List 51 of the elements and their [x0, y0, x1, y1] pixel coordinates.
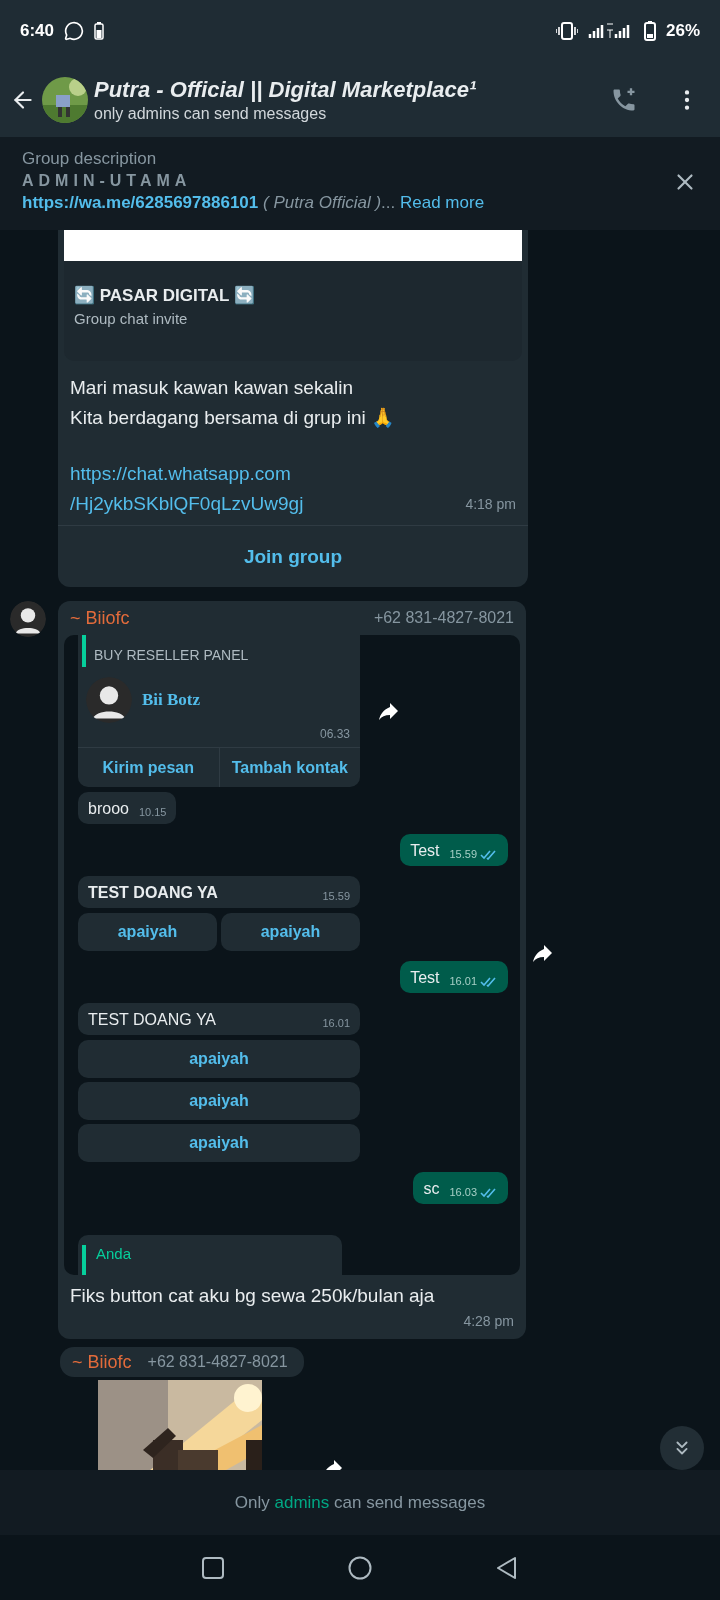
- message-bubble: Test 16.01: [400, 961, 508, 993]
- message-bubble: TEST DOANG YA 15.59: [78, 876, 360, 908]
- chat-title[interactable]: Putra - Official || Digital Marketplace¹: [94, 76, 604, 103]
- description-text: https://wa.me/6285697886101 ( Putra Official )... Read more: [22, 193, 486, 213]
- chat-subtitle: only admins can send messages: [94, 104, 328, 123]
- contact-name: Bii Botz: [142, 690, 201, 710]
- reply-button[interactable]: apaiyah: [78, 1124, 360, 1162]
- read-more-link[interactable]: Read more: [400, 193, 485, 212]
- scroll-down-button[interactable]: [660, 1426, 704, 1470]
- reply-button[interactable]: apaiyah: [78, 913, 217, 951]
- battery-level: 26%: [665, 21, 700, 41]
- message-bubble: Test 15.59: [400, 834, 508, 866]
- message-time: 06.33: [318, 726, 351, 743]
- message-text: Mari masuk kawan kawan sekalin: [70, 376, 354, 400]
- message-time: 4:18 pm: [465, 495, 516, 514]
- message-text: Kita berdagang bersama di grup ini 🙏: [70, 406, 397, 430]
- reply-button[interactable]: apaiyah: [221, 913, 360, 951]
- description-label: Group description: [22, 149, 158, 169]
- battery-icon: [643, 21, 656, 41]
- back-icon[interactable]: [494, 1555, 519, 1580]
- sender-name[interactable]: ~ Biiofc: [70, 607, 130, 629]
- quote-author: Anda: [82, 1245, 342, 1275]
- message-text: Fiks button cat aku bg sewa 250k/bulan aja: [69, 1284, 436, 1307]
- sender-name[interactable]: ~ Biiofc: [72, 1351, 132, 1373]
- join-group-button[interactable]: Join group: [58, 525, 528, 587]
- contact-action-button[interactable]: Kirim pesan: [78, 748, 219, 787]
- contact-action-button[interactable]: Tambah kontak: [218, 748, 360, 787]
- avatar[interactable]: [86, 677, 132, 723]
- chat-bubble-icon: [64, 21, 85, 41]
- reply-button[interactable]: apaiyah: [78, 1040, 360, 1078]
- invite-card[interactable]: 🔄 PASAR DIGITAL 🔄 Group chat invite: [64, 261, 522, 361]
- home-icon[interactable]: [348, 1555, 372, 1580]
- sender-phone: +62 831-4827-8021: [147, 1353, 288, 1371]
- vibrate-icon: [555, 22, 578, 40]
- battery-icon: [94, 22, 105, 40]
- message-time: 4:28 pm: [463, 1313, 514, 1329]
- message-bubble: sc 16.03: [413, 1172, 508, 1204]
- message-bubble: brooo 10.15: [78, 792, 177, 824]
- avatar[interactable]: [10, 601, 46, 637]
- quoted-text: BUY RESELLER PANEL: [82, 635, 360, 667]
- message-bubble: TEST DOANG YA 16.01: [78, 1003, 360, 1035]
- notice-text: Only admins can send messages: [234, 1492, 486, 1513]
- reply-button[interactable]: apaiyah: [78, 1082, 360, 1120]
- clock: 6:40: [20, 21, 55, 41]
- recents-icon[interactable]: [201, 1555, 226, 1580]
- description-heading: ADMIN-UTAMA: [22, 172, 193, 190]
- description-link[interactable]: https://wa.me/6285697886101: [22, 193, 259, 212]
- invite-link[interactable]: https://chat.whatsapp.com /Hj2ykbSKblQF0qLzvUw9gj: [70, 459, 304, 519]
- sender-phone: +62 831-4827-8021: [373, 609, 514, 627]
- invite-label: Group chat invite: [74, 310, 189, 327]
- group-name: 🔄 PASAR DIGITAL 🔄: [74, 285, 256, 306]
